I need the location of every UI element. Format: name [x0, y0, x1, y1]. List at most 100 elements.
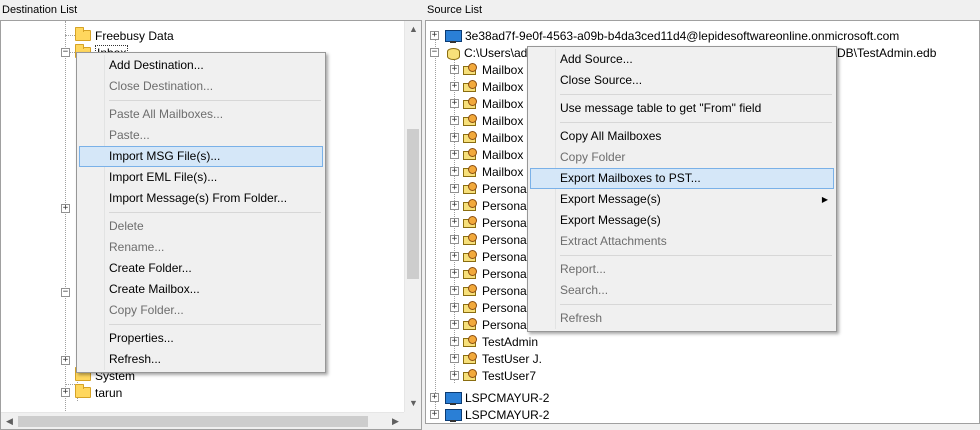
- tree-item-mailbox[interactable]: + Persona: [450, 299, 527, 316]
- tree-item-edb-file[interactable]: − C:\Users\ad: [430, 44, 527, 61]
- expander-minus-icon[interactable]: −: [61, 288, 70, 297]
- tree-item-mailbox[interactable]: + Persona: [450, 180, 527, 197]
- menu-item-copy-all-mailboxes[interactable]: Copy All Mailboxes: [530, 126, 834, 147]
- scroll-thumb[interactable]: [18, 416, 368, 427]
- tree-item-mailbox[interactable]: + TestUser7: [450, 367, 536, 384]
- tree-item-label: C:\Users\ad: [464, 45, 528, 60]
- tree-item-mailbox[interactable]: + Persona: [450, 282, 527, 299]
- menu-item-properties[interactable]: Properties...: [79, 328, 323, 349]
- destination-context-menu: Add Destination... Close Destination... Pa…: [76, 52, 326, 373]
- expander-plus-icon[interactable]: +: [450, 252, 459, 261]
- scroll-right-icon[interactable]: ▶: [387, 413, 404, 429]
- expander-plus-icon[interactable]: +: [450, 82, 459, 91]
- expander-plus-icon[interactable]: +: [450, 133, 459, 142]
- tree-item-freebusy-data[interactable]: Freebusy Data: [75, 27, 174, 44]
- scroll-thumb[interactable]: [407, 129, 419, 279]
- menu-item-export-mailboxes-to-pst[interactable]: Export Mailboxes to PST...: [530, 168, 834, 189]
- expander-minus-icon[interactable]: −: [430, 48, 439, 57]
- menu-item-add-source[interactable]: Add Source...: [530, 49, 834, 70]
- menu-item-label: Close Source...: [560, 73, 643, 87]
- mailbox-icon: [463, 198, 479, 213]
- menu-item-paste-all-mailboxes: Paste All Mailboxes...: [79, 104, 323, 125]
- expander-plus-icon[interactable]: +: [61, 388, 70, 397]
- tree-item-mailbox[interactable]: + Mailbox -: [450, 112, 531, 129]
- tree-item-mailbox[interactable]: + Mailbox -: [450, 78, 531, 95]
- expander-plus-icon[interactable]: +: [450, 320, 459, 329]
- expander-plus-icon[interactable]: +: [450, 201, 459, 210]
- expander-plus-icon[interactable]: +: [430, 31, 439, 40]
- expander-plus-icon[interactable]: +: [450, 354, 459, 363]
- expander-plus-icon[interactable]: +: [450, 167, 459, 176]
- tree-item-mailbox[interactable]: + Persona: [450, 214, 527, 231]
- menu-item-add-destination[interactable]: Add Destination...: [79, 55, 323, 76]
- menu-item-export-message-s[interactable]: Export Message(s): [530, 210, 834, 231]
- tree-item-label: Mailbox -: [482, 130, 531, 145]
- expander-plus-icon[interactable]: +: [430, 393, 439, 402]
- expander-plus-icon[interactable]: +: [450, 337, 459, 346]
- tree-item-mailbox[interactable]: + TestAdmin: [450, 333, 538, 350]
- menu-item-report: Report...: [530, 259, 834, 280]
- tree-item-mailbox[interactable]: + Mailbox -: [450, 129, 531, 146]
- menu-item-label: Add Source...: [560, 52, 633, 66]
- scroll-down-icon[interactable]: ▼: [405, 395, 421, 412]
- menu-item-label: Create Folder...: [109, 261, 192, 275]
- vertical-scrollbar[interactable]: ▲ ▼: [404, 21, 421, 412]
- tree-item-mailbox[interactable]: + Persona: [450, 248, 527, 265]
- menu-item-refresh[interactable]: Refresh...: [79, 349, 323, 370]
- menu-item-create-folder[interactable]: Create Folder...: [79, 258, 323, 279]
- scroll-up-icon[interactable]: ▲: [405, 21, 421, 38]
- expander-plus-icon[interactable]: +: [450, 286, 459, 295]
- mailbox-icon: [463, 164, 479, 179]
- menu-item-import-message-s-from-folder[interactable]: Import Message(s) From Folder...: [79, 188, 323, 209]
- menu-item-import-eml-file-s[interactable]: Import EML File(s)...: [79, 167, 323, 188]
- expander-plus-icon[interactable]: −: [61, 48, 70, 57]
- expander-plus-icon[interactable]: +: [450, 184, 459, 193]
- menu-item-create-mailbox[interactable]: Create Mailbox...: [79, 279, 323, 300]
- horizontal-scrollbar[interactable]: ◀ ▶: [1, 412, 404, 429]
- expander-plus-icon[interactable]: +: [450, 99, 459, 108]
- expander-plus-icon[interactable]: +: [61, 356, 70, 365]
- expander-plus-icon[interactable]: +: [450, 269, 459, 278]
- tree-item-server[interactable]: + LSPCMAYUR-2: [430, 406, 549, 423]
- tree-item-label: LSPCMAYUR-2: [465, 390, 550, 405]
- submenu-arrow-icon: ▶: [821, 195, 828, 204]
- scroll-left-icon[interactable]: ◀: [1, 413, 18, 429]
- tree-item-mailbox[interactable]: + Mailbox -: [450, 146, 531, 163]
- tree-item-mailbox[interactable]: + Persona: [450, 197, 527, 214]
- menu-separator: [109, 212, 321, 213]
- tree-item-mailbox[interactable]: + Persona: [450, 316, 527, 333]
- mailbox-icon: [463, 334, 479, 349]
- tree-item-label: tarun: [95, 385, 123, 400]
- tree-item-label: Persona: [482, 317, 527, 332]
- expander-plus-icon[interactable]: +: [61, 204, 70, 213]
- menu-item-label: Import EML File(s)...: [109, 170, 218, 184]
- tree-item-label: TestAdmin: [482, 334, 539, 349]
- menu-item-refresh: Refresh: [530, 308, 834, 329]
- tree-item-mailbox[interactable]: + Persona: [450, 231, 527, 248]
- expander-plus-icon[interactable]: +: [450, 371, 459, 380]
- expander-plus-icon[interactable]: +: [450, 150, 459, 159]
- menu-item-export-message-s[interactable]: Export Message(s) ▶: [530, 189, 834, 210]
- tree-item-mailbox[interactable]: + Mailbox -: [450, 95, 531, 112]
- menu-item-label: Refresh...: [109, 352, 162, 366]
- tree-item-tarun[interactable]: tarun: [75, 384, 122, 401]
- tree-item-mailbox[interactable]: + Persona: [450, 265, 527, 282]
- tree-item-label: Persona: [482, 198, 527, 213]
- menu-item-close-source[interactable]: Close Source...: [530, 70, 834, 91]
- tree-item-mailbox[interactable]: + Mailbox -: [450, 163, 531, 180]
- expander-plus-icon[interactable]: +: [450, 235, 459, 244]
- expander-plus-icon[interactable]: +: [430, 410, 439, 419]
- menu-item-label: Delete: [109, 219, 144, 233]
- expander-plus-icon[interactable]: +: [450, 116, 459, 125]
- menu-item-import-msg-file-s[interactable]: Import MSG File(s)...: [79, 146, 323, 167]
- tree-item-mailbox-root[interactable]: + 3e38ad7f-9e0f-4563-a09b-b4da3ced11d4@l…: [430, 27, 899, 44]
- tree-item-mailbox[interactable]: + TestUser J.: [450, 350, 542, 367]
- tree-item-label: Mailbox -: [482, 96, 531, 111]
- tree-item-mailbox[interactable]: + Mailbox -: [450, 61, 531, 78]
- expander-plus-icon[interactable]: +: [450, 303, 459, 312]
- expander-plus-icon[interactable]: +: [450, 65, 459, 74]
- menu-item-use-message-table-to-get-from-field[interactable]: Use message table to get "From" field: [530, 98, 834, 119]
- tree-item-server[interactable]: + LSPCMAYUR-2: [430, 389, 549, 406]
- expander-plus-icon[interactable]: +: [450, 218, 459, 227]
- scrollbar-corner: [404, 412, 421, 429]
